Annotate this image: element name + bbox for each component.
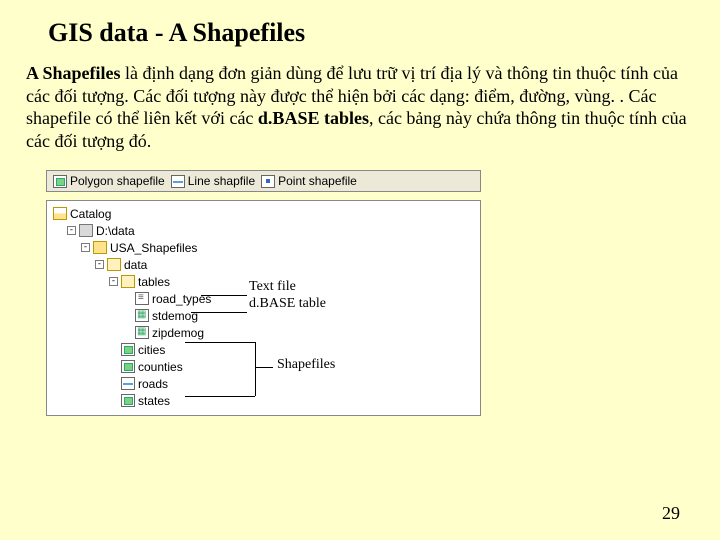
annotation-dbase: d.BASE table	[249, 296, 326, 312]
file-label: zipdemog	[152, 326, 204, 340]
file-label: road_types	[152, 292, 211, 306]
tree-node-dbf-zipdemog[interactable]: - zipdemog	[53, 324, 474, 341]
toolbar-entry-point[interactable]: Point shapefile	[261, 174, 357, 188]
file-label: stdemog	[152, 309, 198, 323]
collapse-toggle-icon[interactable]: -	[109, 277, 118, 286]
line-shapefile-icon	[171, 175, 185, 188]
polygon-shapefile-icon	[121, 343, 135, 356]
folder-open-icon	[107, 258, 121, 271]
line-label: Line shapfile	[188, 174, 255, 188]
folder-label: tables	[138, 275, 170, 289]
polygon-shapefile-icon	[121, 394, 135, 407]
tree-node-folder-data[interactable]: - data	[53, 256, 474, 273]
point-label: Point shapefile	[278, 174, 357, 188]
toggle-spacer: -	[109, 362, 118, 371]
toggle-spacer: -	[109, 396, 118, 405]
tree-node-shp-states[interactable]: - states	[53, 392, 474, 409]
polygon-shapefile-icon	[121, 360, 135, 373]
collapse-toggle-icon[interactable]: -	[67, 226, 76, 235]
toggle-spacer: -	[123, 328, 132, 337]
toolbar-entry-polygon[interactable]: Polygon shapefile	[53, 174, 165, 188]
file-label: counties	[138, 360, 183, 374]
annotation-textfile: Text file	[249, 279, 296, 295]
folder-icon	[93, 241, 107, 254]
catalog-tree: Catalog - D:\data - USA_Shapefiles - dat…	[46, 200, 481, 416]
point-shapefile-icon	[261, 175, 275, 188]
catalog-label: Catalog	[70, 207, 111, 221]
drive-label: D:\data	[96, 224, 135, 238]
text-file-icon	[135, 292, 149, 305]
callout-line	[201, 295, 247, 296]
callout-line	[191, 312, 247, 313]
toggle-spacer: -	[123, 294, 132, 303]
file-label: cities	[138, 343, 165, 357]
callout-bracket-lead	[255, 367, 273, 368]
folder-open-icon	[121, 275, 135, 288]
intro-paragraph: A Shapefiles là định dạng đơn giản dùng …	[26, 62, 692, 152]
tree-node-drive[interactable]: - D:\data	[53, 222, 474, 239]
toggle-spacer: -	[123, 311, 132, 320]
file-label: roads	[138, 377, 168, 391]
callout-bracket-side	[255, 342, 256, 396]
dbase-table-icon	[135, 326, 149, 339]
file-label: states	[138, 394, 170, 408]
lead-term: A Shapefiles	[26, 63, 121, 83]
shapefile-type-toolbar: Polygon shapefile Line shapfile Point sh…	[46, 170, 481, 192]
toggle-spacer: -	[109, 345, 118, 354]
callout-bracket-top	[185, 342, 255, 343]
tree-node-catalog[interactable]: Catalog	[53, 205, 474, 222]
polygon-label: Polygon shapefile	[70, 174, 165, 188]
dbase-table-icon	[135, 309, 149, 322]
tree-node-folder-usa[interactable]: - USA_Shapefiles	[53, 239, 474, 256]
dbase-term: d.BASE tables	[258, 108, 369, 128]
callout-bracket-bottom	[185, 396, 255, 397]
collapse-toggle-icon[interactable]: -	[81, 243, 90, 252]
line-shapefile-icon	[121, 377, 135, 390]
drive-icon	[79, 224, 93, 237]
annotation-shapefiles: Shapefiles	[277, 357, 335, 373]
collapse-toggle-icon[interactable]: -	[95, 260, 104, 269]
page-title: GIS data - A Shapefiles	[48, 18, 694, 48]
polygon-shapefile-icon	[53, 175, 67, 188]
catalog-icon	[53, 207, 67, 220]
folder-label: USA_Shapefiles	[110, 241, 197, 255]
toggle-spacer: -	[109, 379, 118, 388]
folder-label: data	[124, 258, 147, 272]
page-number: 29	[662, 503, 680, 524]
toolbar-entry-line[interactable]: Line shapfile	[171, 174, 255, 188]
tree-node-shp-roads[interactable]: - roads	[53, 375, 474, 392]
tree-node-shp-cities[interactable]: - cities	[53, 341, 474, 358]
